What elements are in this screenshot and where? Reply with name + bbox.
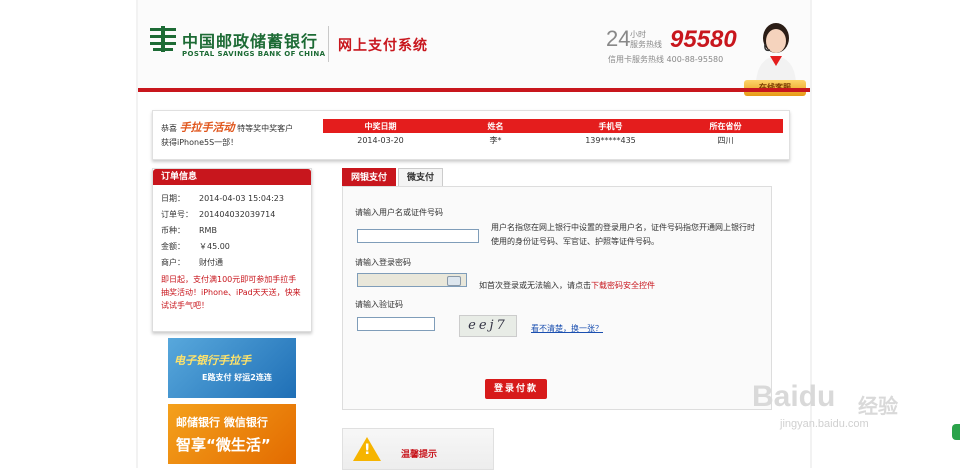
order-info-title: 订单信息 bbox=[153, 169, 311, 185]
customer-service-agent-icon bbox=[756, 23, 796, 82]
hotline-24: 24 bbox=[606, 26, 631, 51]
download-security-control-link[interactable]: 下载密码安全控件 bbox=[591, 281, 655, 290]
col-header: 手机号 bbox=[598, 122, 623, 131]
table-cell: 139*****435 bbox=[585, 136, 636, 145]
tip-title: 温馨提示 bbox=[401, 450, 438, 460]
order-info-panel: 订单信息 日期： 2014-04-03 15:04:23 订单号： 20140403… bbox=[152, 168, 312, 332]
watermark-url: jingyan.baidu.com bbox=[780, 418, 869, 430]
promo-name: 手拉手活动 bbox=[179, 121, 235, 134]
hotline-number: 95580 bbox=[670, 26, 737, 53]
order-value: RMB bbox=[199, 226, 217, 235]
order-row-merchant: 商户： 财付通 bbox=[161, 255, 311, 271]
order-value: ￥45.00 bbox=[199, 242, 230, 251]
order-key: 金额： bbox=[161, 242, 185, 251]
table-cell: 2014-03-20 bbox=[357, 136, 404, 145]
baidu-watermark: Baidu bbox=[752, 380, 836, 413]
bank-name-en: POSTAL SAVINGS BANK OF CHINA bbox=[182, 50, 326, 58]
hotline-caption-1: 小时 bbox=[630, 30, 646, 39]
order-key: 订单号： bbox=[161, 210, 193, 219]
winner-prefix: 恭喜 bbox=[161, 124, 177, 133]
title-divider bbox=[328, 26, 329, 62]
captcha-input[interactable] bbox=[357, 317, 435, 331]
order-row-currency: 币种： RMB bbox=[161, 223, 311, 239]
keyboard-icon[interactable] bbox=[447, 276, 461, 286]
promo-note: 即日起，支付满100元即可参加手拉手抽奖活动！iPhone、iPad天天送，快来… bbox=[161, 275, 301, 310]
tab-micro-pay[interactable]: 微支付 bbox=[398, 168, 444, 187]
payment-page: 中国邮政储蓄银行 POSTAL SAVINGS BANK OF CHINA 网上… bbox=[138, 0, 810, 470]
side-tab[interactable] bbox=[952, 424, 960, 440]
hotline-caption-2: 服务热线 bbox=[630, 40, 662, 49]
order-value: 2014-04-03 15:04:23 bbox=[199, 194, 284, 203]
ad-banner-wechat[interactable]: 邮储银行 微信银行 智享“微生活” bbox=[168, 404, 296, 464]
ad2-subtitle: 智享“微生活” bbox=[176, 436, 271, 454]
winner-line-1: 恭喜 手拉手活动 特等奖中奖客户 bbox=[161, 121, 321, 136]
login-form: 请输入用户名或证件号码 用户名指您在网上银行中设置的登录用户名，证件号码指您开通… bbox=[342, 186, 772, 410]
winner-text: 恭喜 手拉手活动 特等奖中奖客户 获得iPhone5S一部！ bbox=[161, 121, 321, 150]
jingyan-watermark: 经验 bbox=[858, 394, 898, 418]
order-value: 财付通 bbox=[199, 258, 223, 267]
col-header: 姓名 bbox=[487, 122, 504, 131]
order-key: 日期： bbox=[161, 194, 185, 203]
winner-table-header: 中奖日期 姓名 手机号 所在省份 bbox=[323, 119, 783, 133]
table-cell: 四川 bbox=[717, 136, 734, 145]
captcha-label: 请输入验证码 bbox=[355, 300, 403, 309]
ad1-title: 电子银行手拉手 bbox=[174, 354, 251, 367]
winner-table: 中奖日期 姓名 手机号 所在省份 2014-03-20 李* 139*****4… bbox=[323, 119, 783, 149]
login-pay-button[interactable]: 登录付款 bbox=[485, 379, 547, 399]
ad2-title: 邮储银行 微信银行 bbox=[176, 416, 268, 429]
table-cell: 李* bbox=[489, 136, 502, 145]
warm-tip: ! 温馨提示 bbox=[342, 428, 494, 470]
username-help: 用户名指您在网上银行中设置的登录用户名，证件号码指您开通网上银行时使用的身份证号… bbox=[491, 223, 755, 246]
order-row-number: 订单号： 201404032039714 bbox=[161, 207, 311, 223]
winner-line-2: 获得iPhone5S一部！ bbox=[161, 138, 239, 147]
bank-name-cn: 中国邮政储蓄银行 bbox=[182, 32, 319, 51]
captcha-image: eej7 bbox=[459, 315, 517, 337]
order-key: 商户： bbox=[161, 258, 185, 267]
password-label: 请输入登录密码 bbox=[355, 258, 411, 267]
order-key: 币种： bbox=[161, 226, 185, 235]
ad1-subtitle: E路支付 好运2连连 bbox=[202, 373, 272, 382]
ad-banner-ebank[interactable]: 电子银行手拉手 E路支付 好运2连连 bbox=[168, 338, 296, 398]
order-row-date: 日期： 2014-04-03 15:04:23 bbox=[161, 191, 311, 207]
psbc-logo-icon bbox=[150, 26, 176, 52]
credit-card-hotline: 信用卡服务热线 400-88-95580 bbox=[608, 55, 724, 64]
warning-mark: ! bbox=[364, 442, 371, 458]
table-row: 2014-03-20 李* 139*****435 四川 bbox=[323, 133, 783, 149]
site-header: 中国邮政储蓄银行 POSTAL SAVINGS BANK OF CHINA 网上… bbox=[138, 0, 810, 96]
header-red-bar bbox=[138, 88, 810, 92]
col-header: 中奖日期 bbox=[364, 122, 397, 131]
captcha-refresh-link[interactable]: 看不清楚，换一张？ bbox=[531, 323, 603, 334]
order-value: 201404032039714 bbox=[199, 210, 276, 219]
col-header: 所在省份 bbox=[709, 122, 742, 131]
username-input[interactable] bbox=[357, 229, 479, 243]
winner-suffix: 特等奖中奖客户 bbox=[237, 124, 294, 133]
tab-bank-pay[interactable]: 网银支付 bbox=[342, 168, 397, 187]
hotline-caption: 小时 服务热线 bbox=[630, 30, 662, 50]
password-help-text: 如首次登录或无法输入，请点击 bbox=[479, 281, 591, 290]
order-info-rows: 日期： 2014-04-03 15:04:23 订单号： 2014040320397… bbox=[153, 185, 311, 271]
system-title: 网上支付系统 bbox=[338, 38, 428, 54]
username-label: 请输入用户名或证件号码 bbox=[355, 208, 443, 217]
pay-tabs: 网银支付 微支付 bbox=[342, 168, 445, 187]
order-row-amount: 金额： ￥45.00 bbox=[161, 239, 311, 255]
winner-banner: 恭喜 手拉手活动 特等奖中奖客户 获得iPhone5S一部！ 中奖日期 姓名 手… bbox=[152, 110, 790, 160]
password-help: 如首次登录或无法输入，请点击下载密码安全控件 bbox=[479, 279, 655, 293]
